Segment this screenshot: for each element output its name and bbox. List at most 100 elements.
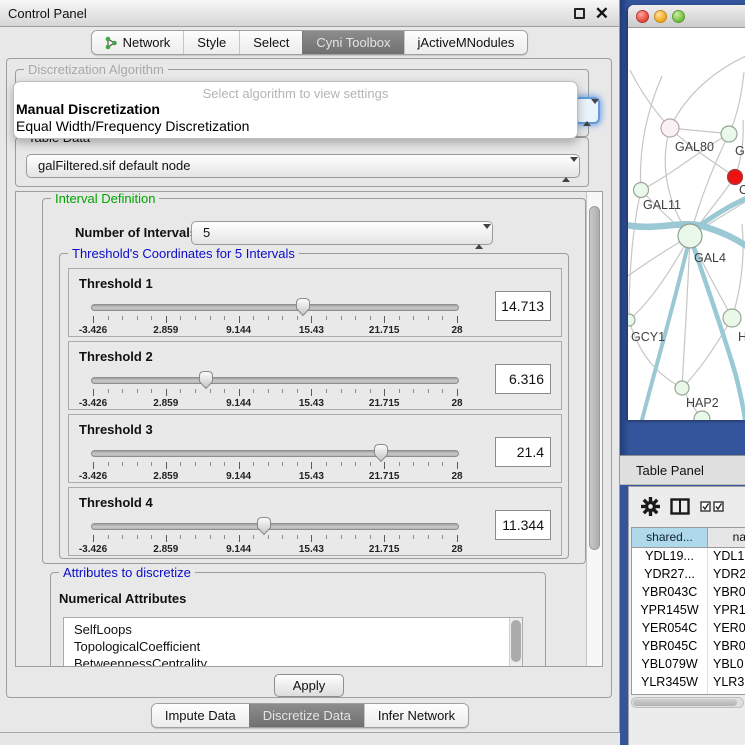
checkbox-checked-icon[interactable]: [713, 501, 724, 512]
node-partial[interactable]: [694, 411, 710, 420]
settings-vertical-scrollbar[interactable]: [586, 192, 602, 666]
svg-text:H: H: [738, 330, 745, 344]
checkbox-checked-icon[interactable]: [700, 501, 711, 512]
threshold-value-box[interactable]: 6.316: [495, 364, 551, 394]
close-icon[interactable]: ✕: [595, 2, 609, 26]
threshold-slider[interactable]: -3.4262.8599.14415.4321.71528: [91, 299, 459, 335]
slider-track[interactable]: [91, 304, 459, 311]
table-row[interactable]: YBR043CYBR0: [632, 584, 745, 602]
threshold-value-box[interactable]: 11.344: [495, 510, 551, 540]
slider-minor-tick: [370, 535, 371, 539]
threshold-value-box[interactable]: 21.4: [495, 437, 551, 467]
node-g[interactable]: [721, 126, 737, 142]
attribute-list-item[interactable]: SelfLoops: [64, 621, 522, 638]
attribute-list-item[interactable]: TopologicalCoefficient: [64, 638, 522, 655]
node-gal11[interactable]: [634, 183, 649, 198]
node-gcy1[interactable]: [628, 314, 635, 326]
cell-name: YER0: [708, 620, 745, 638]
slider-minor-tick: [122, 535, 123, 539]
column-header-shared-name[interactable]: shared...: [632, 528, 708, 547]
minimize-traffic-light-icon[interactable]: [654, 10, 667, 23]
table-horizontal-scrollbar[interactable]: [631, 697, 744, 708]
apply-button[interactable]: Apply: [274, 674, 344, 697]
zoom-traffic-light-icon[interactable]: [672, 10, 685, 23]
slider-handle[interactable]: [373, 443, 389, 463]
table-data-select[interactable]: galFiltered.sif default node: [26, 154, 580, 178]
table-row[interactable]: YPR145WYPR1: [632, 602, 745, 620]
node-h[interactable]: [723, 309, 741, 327]
slider-track[interactable]: [91, 450, 459, 457]
threshold-panel: Threshold 3-3.4262.8599.14415.4321.71528…: [68, 414, 562, 483]
threshold-panel: Threshold 2-3.4262.8599.14415.4321.71528…: [68, 341, 562, 410]
slider-major-tick: [384, 535, 385, 542]
slider-minor-tick: [399, 462, 400, 466]
slider-handle[interactable]: [295, 297, 311, 317]
cell-name: YBR0: [708, 638, 745, 656]
tab-network[interactable]: Network: [92, 31, 184, 54]
threshold-slider[interactable]: -3.4262.8599.14415.4321.71528: [91, 445, 459, 481]
node-gal80[interactable]: [661, 119, 679, 137]
threshold-slider[interactable]: -3.4262.8599.14415.4321.71528: [91, 372, 459, 408]
thresholds-group-title: Threshold's Coordinates for 5 Intervals: [68, 246, 299, 261]
network-canvas[interactable]: GAL80 G C GAL11 GAL4 GCY1 H HAP2: [628, 28, 745, 420]
tab-label: Cyni Toolbox: [316, 35, 390, 50]
algorithm-option[interactable]: Manual Discretization: [14, 101, 577, 118]
table-row[interactable]: YDR27...YDR2: [632, 566, 745, 584]
slider-minor-tick: [224, 389, 225, 393]
bottom-tab-impute-data[interactable]: Impute Data: [152, 704, 249, 727]
slider-minor-tick: [224, 316, 225, 320]
tab-style[interactable]: Style: [183, 31, 239, 54]
table-toolbar: [629, 487, 745, 525]
table-row[interactable]: YER054CYER0: [632, 620, 745, 638]
node-hap2[interactable]: [675, 381, 689, 395]
cell-name: YBL0: [708, 656, 745, 674]
svg-text:GAL4: GAL4: [694, 251, 726, 265]
interval-definition-title: Interval Definition: [51, 191, 159, 206]
slider-major-tick: [166, 535, 167, 542]
number-of-intervals-select[interactable]: 5: [191, 221, 493, 245]
algorithm-group-title: Discretization Algorithm: [24, 62, 168, 77]
slider-minor-tick: [442, 389, 443, 393]
tab-select[interactable]: Select: [239, 31, 302, 54]
slider-minor-tick: [428, 462, 429, 466]
table-row[interactable]: YBR045CYBR0: [632, 638, 745, 656]
slider-minor-tick: [108, 535, 109, 539]
threshold-label: Threshold 4: [79, 495, 153, 510]
float-window-icon[interactable]: [574, 8, 585, 19]
threshold-panel: Threshold 4 -3.4262.8599.14415.4321.71528…: [68, 487, 562, 556]
network-desktop: GAL80 G C GAL11 GAL4 GCY1 H HAP2 Table P…: [620, 0, 745, 745]
slider-major-tick: [384, 462, 385, 469]
tab-jactivemnodules[interactable]: jActiveMNodules: [404, 31, 528, 54]
attribute-list-item[interactable]: BetweennessCentrality: [64, 655, 522, 667]
cell-shared-name: YDR27...: [632, 566, 708, 584]
gear-icon[interactable]: [641, 497, 660, 516]
threshold-slider[interactable]: -3.4262.8599.14415.4321.71528: [91, 518, 459, 554]
slider-handle[interactable]: [256, 516, 272, 536]
slider-track[interactable]: [91, 377, 459, 384]
svg-text:HAP2: HAP2: [686, 396, 719, 410]
node-gal4[interactable]: [678, 224, 702, 248]
table-row[interactable]: YLR345WYLR3: [632, 674, 745, 692]
close-traffic-light-icon[interactable]: [636, 10, 649, 23]
table-header-row: shared... na: [632, 528, 745, 548]
algorithm-option[interactable]: Equal Width/Frequency Discretization: [14, 118, 577, 135]
slider-track[interactable]: [91, 523, 459, 530]
table-row[interactable]: YDL19...YDL1: [632, 548, 745, 566]
tab-cyni-toolbox[interactable]: Cyni Toolbox: [302, 31, 403, 54]
table-row[interactable]: YIL052CYIL0: [632, 692, 745, 695]
table-row[interactable]: YBL079WYBL0: [632, 656, 745, 674]
slider-minor-tick: [210, 316, 211, 320]
column-header-name[interactable]: na: [708, 528, 745, 547]
threshold-value-box[interactable]: 14.713: [495, 291, 551, 321]
columns-icon[interactable]: [670, 498, 690, 515]
slider-minor-tick: [180, 462, 181, 466]
bottom-tab-discretize-data[interactable]: Discretize Data: [249, 704, 364, 727]
slider-minor-tick: [253, 389, 254, 393]
slider-handle[interactable]: [198, 370, 214, 390]
slider-minor-tick: [180, 316, 181, 320]
bottom-tab-infer-network[interactable]: Infer Network: [364, 704, 468, 727]
tab-label: jActiveMNodules: [418, 35, 515, 50]
threshold-label: Threshold 1: [79, 276, 153, 291]
list-scrollbar[interactable]: [509, 618, 522, 667]
slider-major-tick: [384, 389, 385, 396]
